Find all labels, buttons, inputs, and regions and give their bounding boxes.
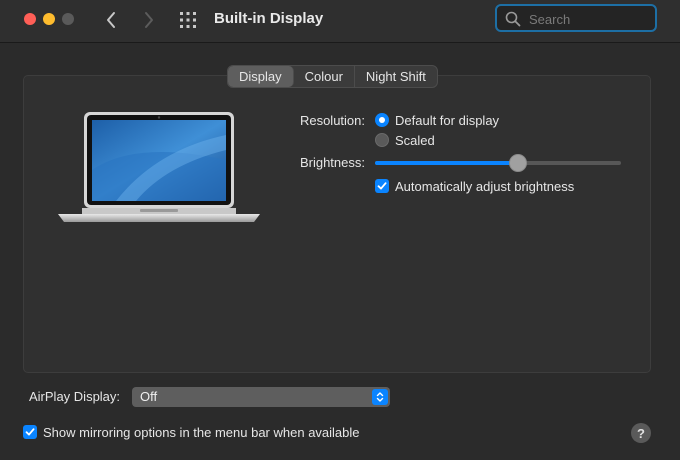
checkmark-icon — [377, 182, 387, 190]
close-window-button[interactable] — [24, 13, 36, 25]
forward-button[interactable] — [136, 8, 162, 32]
airplay-display-value: Off — [140, 389, 158, 404]
back-button[interactable] — [98, 8, 124, 32]
airplay-display-label: AirPlay Display: — [29, 389, 121, 404]
popup-arrows-icon — [372, 389, 388, 405]
zoom-window-button[interactable] — [62, 13, 74, 25]
chevron-left-icon — [107, 12, 115, 28]
tab-display[interactable]: Display — [228, 66, 294, 87]
resolution-label: Resolution: — [299, 113, 365, 128]
grid-icon — [180, 12, 196, 28]
show-all-button[interactable] — [176, 9, 200, 31]
checkmark-icon — [25, 428, 35, 436]
tab-bar: Display Colour Night Shift — [227, 65, 438, 88]
tab-night-shift[interactable]: Night Shift — [355, 66, 437, 87]
chevron-right-icon — [145, 12, 153, 28]
brightness-label: Brightness: — [299, 155, 365, 170]
mirroring-options-checkbox[interactable] — [23, 425, 37, 439]
mirroring-options-label: Show mirroring options in the menu bar w… — [43, 425, 360, 440]
window-title: Built-in Display — [214, 10, 324, 27]
radio-scaled[interactable] — [375, 133, 389, 147]
airplay-display-select[interactable]: Off — [132, 387, 390, 407]
search-icon — [505, 11, 521, 27]
brightness-slider-fill — [375, 161, 518, 165]
title-bar: Built-in Display — [0, 0, 680, 43]
brightness-slider[interactable] — [375, 161, 621, 165]
laptop-display-image — [58, 112, 260, 222]
preferences-window: Built-in Display Display Colour Night Sh… — [0, 0, 680, 460]
search-field[interactable] — [495, 4, 657, 32]
auto-brightness-checkbox[interactable] — [375, 179, 389, 193]
minimize-window-button[interactable] — [43, 13, 55, 25]
brightness-slider-knob[interactable] — [509, 154, 527, 172]
tab-colour[interactable]: Colour — [294, 66, 355, 87]
scaled-label: Scaled — [395, 133, 435, 148]
help-button[interactable]: ? — [631, 423, 651, 443]
radio-default-for-display[interactable] — [375, 113, 389, 127]
auto-brightness-label: Automatically adjust brightness — [395, 179, 575, 194]
search-input[interactable] — [527, 9, 651, 29]
default-for-display-label: Default for display — [395, 113, 500, 128]
